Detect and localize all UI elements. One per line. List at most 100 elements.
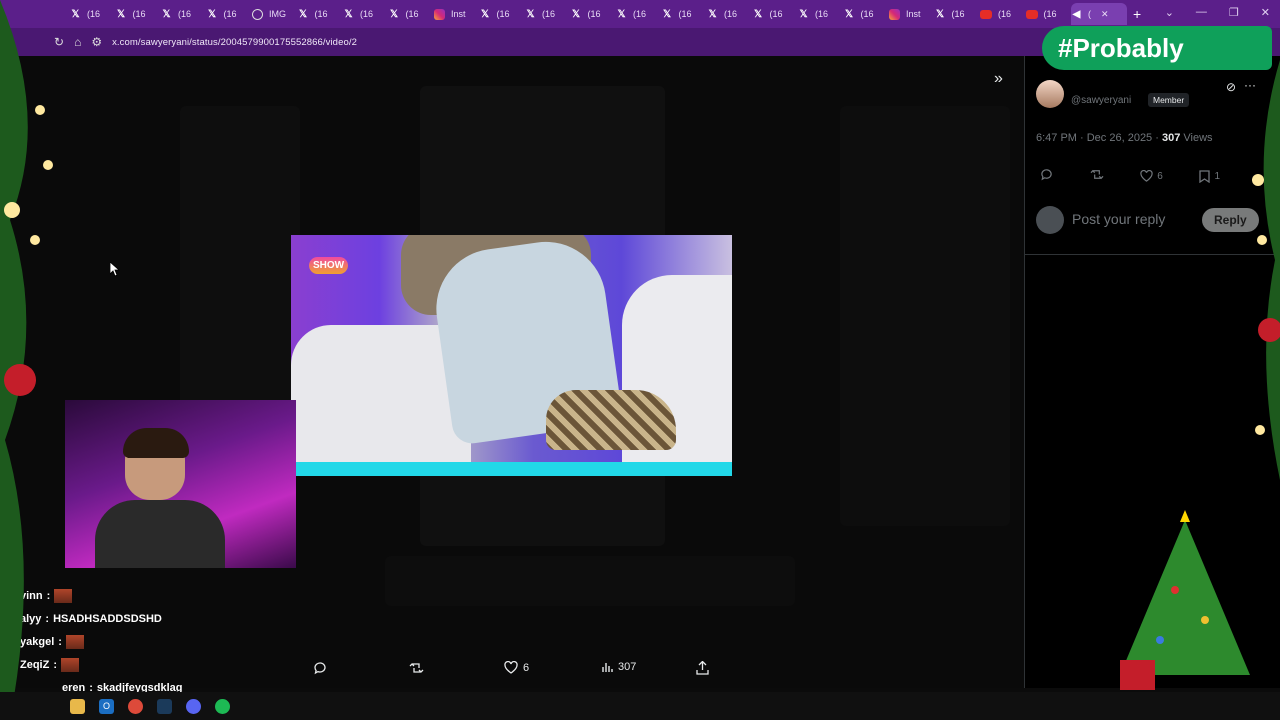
browser-tab[interactable]: 𝕏 (16 [116,3,162,25]
probably-watermark: #Probably [1042,26,1272,70]
maximize-button[interactable]: ❐ [1229,6,1239,19]
browser-tab[interactable]: 𝕏 (16 [844,3,890,25]
christmas-garland-left [0,0,53,720]
site-info-icon[interactable]: ⚙ [91,35,102,49]
browser-tab-label: (16 [132,9,146,19]
browser-tab[interactable]: (16 [980,3,1026,25]
browser-tab[interactable]: 𝕏 (16 [70,3,116,25]
file-explorer-icon[interactable] [70,698,85,714]
reply-input[interactable]: Post your reply [1072,211,1165,227]
home-icon[interactable]: ⌂ [74,35,81,49]
browser-tab[interactable]: 𝕏 (16 [571,3,617,25]
close-window-button[interactable]: ✕ [1261,6,1270,19]
collapse-panel-icon[interactable]: » [994,70,1003,88]
browser-tab-label: (16 [360,9,374,19]
browser-tab-label: (16 [223,9,237,19]
browser-tab[interactable]: 𝕏 (16 [525,3,571,25]
browser-tab[interactable]: Inst [889,3,935,25]
video-player[interactable]: SHOW [291,235,732,476]
member-badge: Member [1148,93,1190,107]
emote-icon [61,657,80,672]
bookmark-button[interactable]: 1 [1199,168,1220,184]
chrome-icon[interactable] [128,698,143,714]
browser-tab-label: (16 [87,9,101,19]
outlook-icon[interactable]: O [99,698,114,714]
video-frame-shoe [546,390,676,450]
author-handle[interactable]: @sawyeryani [1071,95,1131,106]
tab-search-icon[interactable]: ⌄ [1165,6,1174,19]
x-icon: 𝕏 [526,8,535,20]
browser-tab[interactable]: IMG [252,3,298,25]
views-count: 307 [618,661,637,673]
browser-tab-label: (16 [951,9,965,19]
chat-text: HSADHSADDSDSHD [53,612,162,625]
browser-tab[interactable]: 𝕏 (16 [480,3,526,25]
browser-tab[interactable]: 𝕏 (16 [298,3,344,25]
browser-tab[interactable]: 𝕏 (16 [343,3,389,25]
ghost-reply-row [385,556,795,606]
post-timestamp: 6:47 PM · Dec 26, 2025 · 307 Views [1036,132,1213,144]
repost-icon[interactable] [409,661,424,675]
browser-tab[interactable]: Inst [434,3,480,25]
emote-icon [65,634,84,649]
browser-tab-label: (16 [815,9,829,19]
minimize-button[interactable]: — [1196,6,1207,19]
views-button[interactable]: 307 [601,661,636,673]
grok-icon[interactable]: ⊘ [1226,80,1236,94]
webcam-body [95,500,225,568]
browser-tab-label: (16 [314,9,328,19]
browser-tab-label: (16 [587,9,601,19]
x-icon: 𝕏 [708,8,717,20]
christmas-tree-decoration [1120,510,1250,690]
browser-tab-label: (16 [678,9,692,19]
browser-tab-active[interactable]: ◀ ( ✕ [1071,3,1127,25]
url-field[interactable]: x.com/sawyeryani/status/2004579900175552… [112,37,357,48]
x-icon: 𝕏 [617,8,626,20]
bookmark-icon [1199,169,1211,183]
heart-icon [504,661,518,674]
browser-tab[interactable]: 𝕏 (16 [207,3,253,25]
active-tab-label: ( [1088,9,1091,19]
divider [1024,254,1280,255]
browser-tab[interactable]: 𝕏 (16 [389,3,435,25]
post-views-count: 307 [1161,132,1181,144]
new-tab-icon[interactable]: + [1133,6,1141,22]
spotify-icon[interactable] [215,698,230,714]
user-avatar [1036,206,1064,234]
window-controls: ⌄ — ❐ ✕ [1165,6,1270,19]
browser-tab-label: (16 [769,9,783,19]
close-tab-icon[interactable]: ✕ [1101,9,1109,20]
x-icon: 𝕏 [844,8,854,20]
reply-icon[interactable] [313,661,327,675]
heart-icon [1140,170,1153,182]
browser-tab-label: Inst [451,9,466,19]
x-icon: 𝕏 [207,8,217,20]
browser-tab[interactable]: 𝕏 (16 [707,3,753,25]
browser-tab[interactable]: 𝕏 (16 [161,3,207,25]
repost-icon-panel[interactable] [1090,168,1104,184]
share-icon[interactable] [696,661,709,675]
speaker-icon: ◀ [1072,8,1081,20]
reply-icon-panel[interactable] [1040,168,1053,184]
like-button-panel[interactable]: 6 [1140,168,1163,184]
browser-tab[interactable]: 𝕏 (16 [753,3,799,25]
like-count-panel: 6 [1157,170,1163,182]
browser-tab[interactable]: 𝕏 (16 [616,3,662,25]
ghost-sidebar [180,106,300,426]
browser-tab-label: (16 [633,9,647,19]
avatar[interactable] [1036,80,1064,108]
tv-channel-logo: SHOW [309,257,349,274]
instagram-icon [434,8,445,20]
browser-tab-label: (16 [860,9,874,19]
browser-tab[interactable]: 𝕏 (16 [935,3,981,25]
browser-tab[interactable]: (16 [1025,3,1072,25]
screen: 𝕏 (16 𝕏 (16 𝕏 (16 𝕏 (16 IMG 𝕏 (16 𝕏 (16 𝕏 (16 Inst 𝕏 (16 𝕏… [0,0,1280,720]
christmas-garland-right [1252,60,1280,560]
x-icon: 𝕏 [799,8,808,20]
instagram-icon [889,8,900,20]
discord-icon[interactable] [186,698,201,714]
steam-icon[interactable] [157,698,172,714]
browser-tab[interactable]: 𝕏 (16 [662,3,708,25]
browser-tab[interactable]: 𝕏 (16 [798,3,844,25]
like-button[interactable]: 6 [504,661,529,674]
